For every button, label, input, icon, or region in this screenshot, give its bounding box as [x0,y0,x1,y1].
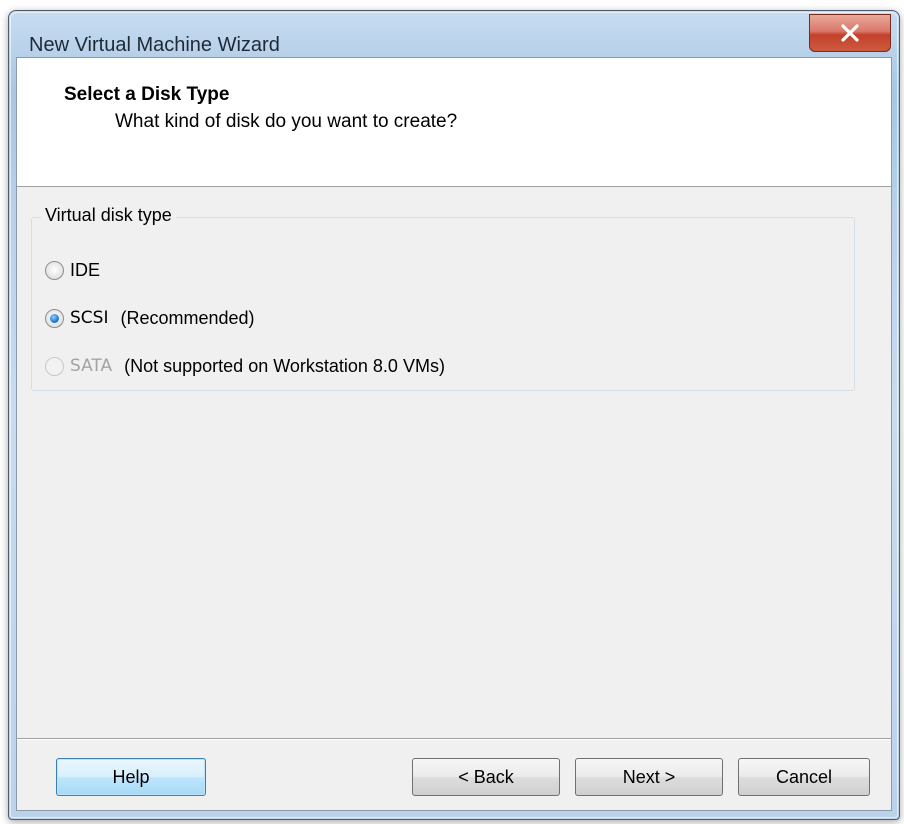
radio-label-ide: IDE [70,259,101,280]
cancel-button[interactable]: Cancel [738,758,870,796]
window-title: New Virtual Machine Wizard [29,34,280,56]
wizard-window: New Virtual Machine Wizard Select a Disk… [8,10,900,820]
help-button[interactable]: Help [56,758,206,796]
radio-label-scsi: SCSI [70,308,109,328]
wizard-client-area: Select a Disk Type What kind of disk do … [16,57,892,811]
radio-option-scsi[interactable]: SCSI (Recommended) [45,306,255,330]
radio-note-sata: (Not supported on Workstation 8.0 VMs) [124,355,445,376]
radio-button-ide[interactable] [45,260,64,280]
radio-label-sata: SATA [70,356,113,376]
next-button[interactable]: Next > [575,758,723,796]
radio-button-sata [45,356,64,376]
radio-note-scsi: (Recommended) [120,307,255,328]
radio-button-scsi[interactable] [45,308,64,328]
close-button[interactable] [809,14,891,52]
footer-divider [17,738,891,740]
radio-option-ide[interactable]: IDE [45,258,100,282]
radio-option-sata: SATA (Not supported on Workstation 8.0 V… [45,354,445,378]
radio-selected-dot [50,313,59,323]
close-icon [841,24,859,42]
wizard-header: Select a Disk Type What kind of disk do … [17,58,891,187]
disk-type-group-label: Virtual disk type [41,205,176,226]
back-button[interactable]: < Back [412,758,560,796]
page-title: Select a Disk Type [64,84,230,105]
page-subtitle: What kind of disk do you want to create? [115,111,458,132]
